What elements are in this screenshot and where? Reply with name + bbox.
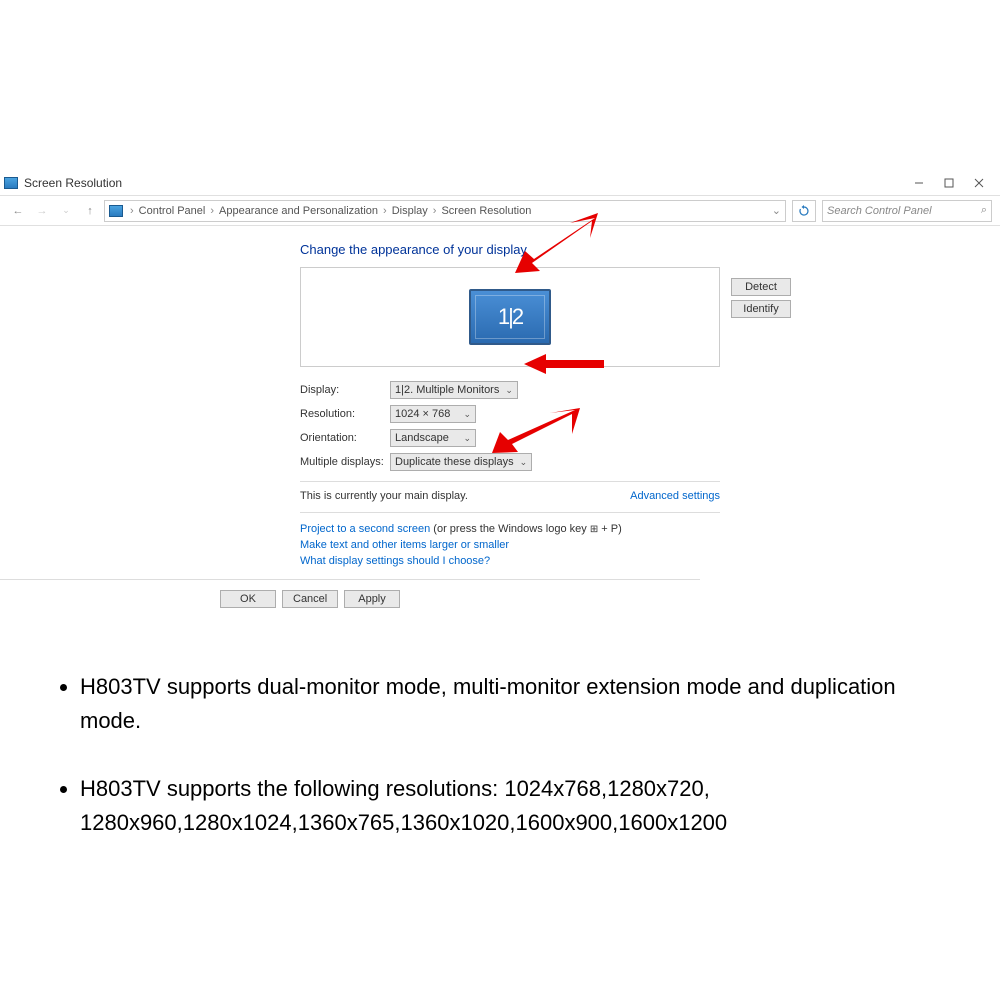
navbar: ← → ⌄ ↑ › Control Panel › Appearance and… [0,196,1000,226]
dialog-buttons: OK Cancel Apply [0,579,700,618]
control-panel-icon [4,177,18,189]
chevron-right-icon: › [210,205,214,217]
minimize-button[interactable] [904,172,934,194]
chevron-right-icon: › [383,205,387,217]
orientation-select[interactable]: Landscape⌄ [390,429,476,447]
ok-button[interactable]: OK [220,590,276,608]
refresh-button[interactable] [792,200,816,222]
titlebar: Screen Resolution [0,170,1000,196]
window-title: Screen Resolution [24,176,904,190]
monitor-label: 1|2 [498,304,522,330]
breadcrumb-appearance[interactable]: Appearance and Personalization [219,205,378,217]
chevron-down-icon[interactable]: ⌄ [772,204,781,217]
caption-bullets: H803TV supports dual-monitor mode, multi… [50,670,950,874]
annotation-arrow-icon [510,213,600,288]
resolution-label: Resolution: [300,408,390,420]
screen-resolution-window: Screen Resolution ← → ⌄ ↑ › Control Pane… [0,170,1000,618]
main-display-status: This is currently your main display. [300,490,468,502]
address-bar[interactable]: › Control Panel › Appearance and Persona… [104,200,786,222]
identify-button[interactable]: Identify [731,300,791,318]
divider [300,512,720,513]
control-panel-icon [109,205,123,217]
monitor-icon[interactable]: 1|2 [469,289,551,345]
page-title: Change the appearance of your display [300,242,1000,257]
close-button[interactable] [964,172,994,194]
project-suffix-text2: + P) [598,523,622,535]
bullet-text: H803TV supports dual-monitor mode, multi… [80,670,950,738]
chevron-right-icon: › [433,205,437,217]
back-button[interactable]: ← [8,201,28,221]
which-settings-link[interactable]: What display settings should I choose? [300,555,490,567]
chevron-down-icon: ⌄ [463,433,471,444]
display-label: Display: [300,384,390,396]
recent-dropdown[interactable]: ⌄ [56,201,76,221]
window-controls [904,172,994,194]
chevron-down-icon: ⌄ [463,409,471,420]
chevron-right-icon: › [130,205,134,217]
detect-button[interactable]: Detect [731,278,791,296]
advanced-settings-link[interactable]: Advanced settings [630,490,720,502]
up-button[interactable]: ↑ [80,201,100,221]
help-links: Project to a second screen (or press the… [300,523,1000,567]
search-box[interactable]: 🔍 ⌕ [822,200,992,222]
display-select[interactable]: 1|2. Multiple Monitors⌄ [390,381,518,399]
bullet-text: H803TV supports the following resolution… [80,772,950,840]
chevron-down-icon: ⌄ [505,385,513,396]
annotation-arrow-icon [490,408,580,463]
orientation-label: Orientation: [300,432,390,444]
search-input[interactable] [827,205,987,217]
search-icon: ⌕ [981,204,987,217]
breadcrumb-display[interactable]: Display [392,205,428,217]
multiple-displays-label: Multiple displays: [300,456,390,468]
divider [300,481,720,482]
cancel-button[interactable]: Cancel [282,590,338,608]
text-size-link[interactable]: Make text and other items larger or smal… [300,539,509,551]
breadcrumb-control-panel[interactable]: Control Panel [139,205,206,217]
annotation-arrow-icon [524,352,604,381]
forward-button[interactable]: → [32,201,52,221]
resolution-select[interactable]: 1024 × 768⌄ [390,405,476,423]
project-suffix-text: (or press the Windows logo key [430,523,590,535]
project-second-screen-link[interactable]: Project to a second screen [300,523,430,535]
maximize-button[interactable] [934,172,964,194]
windows-key-icon: ⊞ [590,524,598,535]
apply-button[interactable]: Apply [344,590,400,608]
